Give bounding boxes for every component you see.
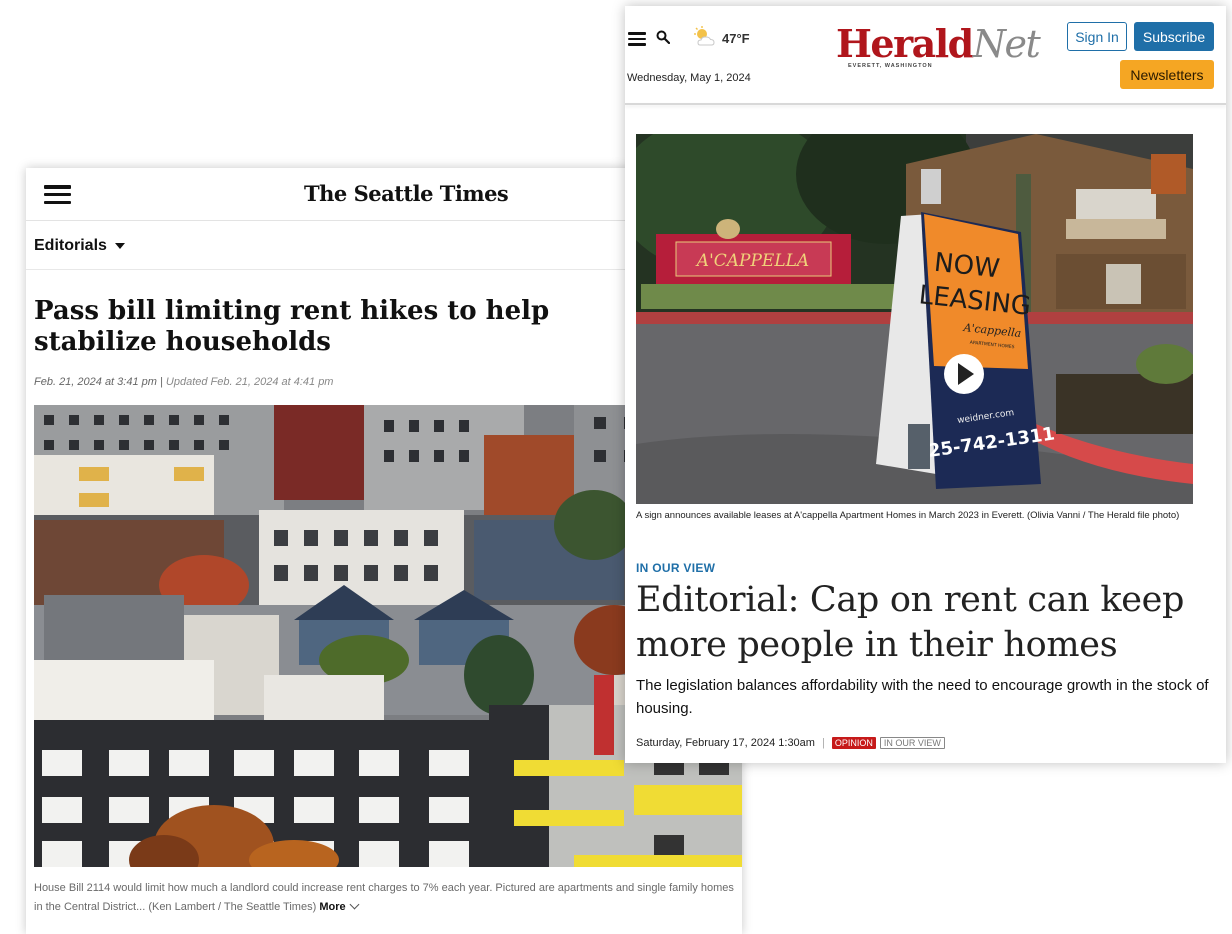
heraldnet-article-card: 47°F Wednesday, May 1, 2024 HeraldNet EV… [625,6,1226,763]
search-icon[interactable] [656,30,670,44]
tag-in-our-view[interactable]: IN OUR VIEW [879,737,945,749]
header-divider [625,103,1226,105]
updated-time: Updated Feb. 21, 2024 at 4:41 pm [165,376,334,388]
hamburger-icon[interactable] [628,32,646,46]
article-summary: The legislation balances affordability w… [636,677,1209,717]
tag-opinion[interactable]: OPINION [831,737,876,749]
published-time: Feb. 21, 2024 at 3:41 pm [34,376,157,388]
article-dateline: Feb. 21, 2024 at 3:41 pm | Updated Feb. … [34,376,333,388]
photo-caption: A sign announces available leases at A'c… [636,510,1180,521]
caption-text: House Bill 2114 would limit how much a l… [34,882,734,913]
logo-herald-text: Herald [836,21,974,66]
subscribe-button[interactable]: Subscribe [1134,22,1214,51]
sign-in-button[interactable]: Sign In [1067,22,1127,51]
weather-partly-cloudy-icon [694,26,715,46]
photo-caption: House Bill 2114 would limit how much a l… [34,879,734,917]
chevron-down-icon[interactable] [349,899,360,910]
logo-location: EVERETT, WASHINGTON [848,63,933,69]
caret-down-icon[interactable] [115,243,125,249]
hamburger-icon[interactable] [44,185,71,204]
current-date: Wednesday, May 1, 2024 [627,72,751,84]
caption-more-link[interactable]: More [319,901,345,913]
article-timestamp: Saturday, February 17, 2024 1:30am [636,737,815,749]
newsletters-button[interactable]: Newsletters [1120,60,1214,89]
article-headline: Pass bill limiting rent hikes to help st… [34,296,550,357]
article-photo: A'CAPPELLA NOW LEASING A'cappella APARTM… [636,134,1193,504]
section-kicker[interactable]: IN OUR VIEW [636,561,715,575]
section-dropdown[interactable]: Editorials [34,237,107,255]
article-meta: Saturday, February 17, 2024 1:30am | OPI… [636,737,945,749]
article-headline[interactable]: Editorial: Cap on rent can keep more peo… [636,578,1221,668]
heraldnet-logo[interactable]: HeraldNet [836,21,1041,66]
weather-temperature[interactable]: 47°F [722,31,750,46]
sign-brand: A'CAPPELLA [695,251,809,271]
logo-net-text: Net [972,22,1041,66]
meta-separator: | [821,737,825,749]
seattle-times-logo[interactable]: The Seattle Times [304,181,509,206]
